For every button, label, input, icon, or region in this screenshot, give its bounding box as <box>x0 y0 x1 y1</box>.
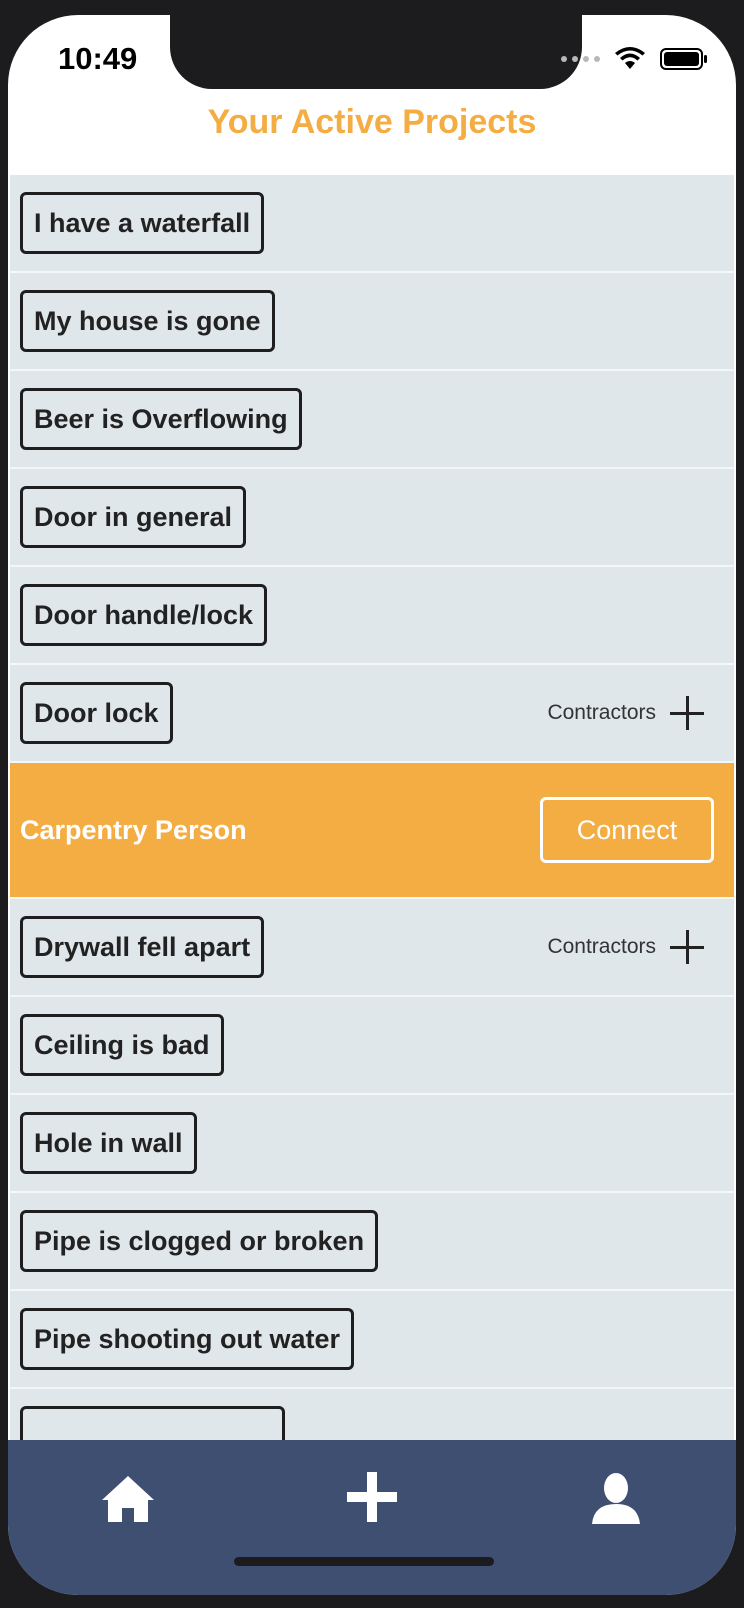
list-item: Hole in wall <box>10 1095 734 1193</box>
contractors-toggle[interactable]: Contractors <box>547 696 704 730</box>
contractor-row: Carpentry Person Connect <box>10 763 734 899</box>
list-item: Pipe is clogged or broken <box>10 1193 734 1291</box>
status-icons <box>561 47 708 71</box>
home-indicator <box>234 1557 494 1566</box>
tab-bar <box>8 1440 736 1595</box>
contractor-name: Carpentry Person <box>20 814 247 845</box>
project-list[interactable]: I have a waterfall My house is gone Beer… <box>10 175 734 1458</box>
project-chip[interactable]: My house is gone <box>20 290 275 352</box>
connect-button[interactable]: Connect <box>540 797 714 863</box>
home-icon[interactable] <box>98 1468 158 1528</box>
status-time: 10:49 <box>58 41 138 76</box>
project-chip[interactable]: Hole in wall <box>20 1112 197 1174</box>
project-chip[interactable]: Door in general <box>20 486 247 548</box>
list-item: Door in general <box>10 469 734 567</box>
user-icon[interactable] <box>586 1468 646 1528</box>
list-item: Door handle/lock <box>10 567 734 665</box>
project-chip[interactable]: Beer is Overflowing <box>20 388 302 450</box>
project-chip[interactable]: Ceiling is bad <box>20 1014 224 1076</box>
list-item: My house is gone <box>10 273 734 371</box>
contractors-label: Contractors <box>547 935 656 958</box>
plus-icon[interactable] <box>670 930 704 964</box>
plus-icon[interactable] <box>670 696 704 730</box>
project-chip[interactable]: Door lock <box>20 682 173 744</box>
plus-icon[interactable] <box>342 1468 402 1528</box>
list-item: Beer is Overflowing <box>10 371 734 469</box>
project-chip[interactable]: I have a waterfall <box>20 192 265 254</box>
page-title: Your Active Projects <box>207 103 537 141</box>
phone-screen: 10:49 Your Active Projects I have a wate… <box>8 15 736 1595</box>
list-item: Pipe shooting out water <box>10 1291 734 1389</box>
contractors-toggle[interactable]: Contractors <box>547 930 704 964</box>
signal-icon <box>561 56 600 62</box>
notch <box>170 15 582 89</box>
list-item: Ceiling is bad <box>10 997 734 1095</box>
list-item: Door lock Contractors <box>10 665 734 763</box>
contractors-label: Contractors <box>547 701 656 724</box>
project-chip[interactable]: Pipe shooting out water <box>20 1308 355 1370</box>
project-chip[interactable]: Door handle/lock <box>20 584 268 646</box>
battery-icon <box>660 48 707 70</box>
project-chip[interactable]: Drywall fell apart <box>20 916 265 978</box>
list-item: I have a waterfall <box>10 175 734 273</box>
project-chip[interactable]: Pipe is clogged or broken <box>20 1210 379 1272</box>
wifi-icon <box>615 47 645 69</box>
list-item: Drywall fell apart Contractors <box>10 899 734 997</box>
